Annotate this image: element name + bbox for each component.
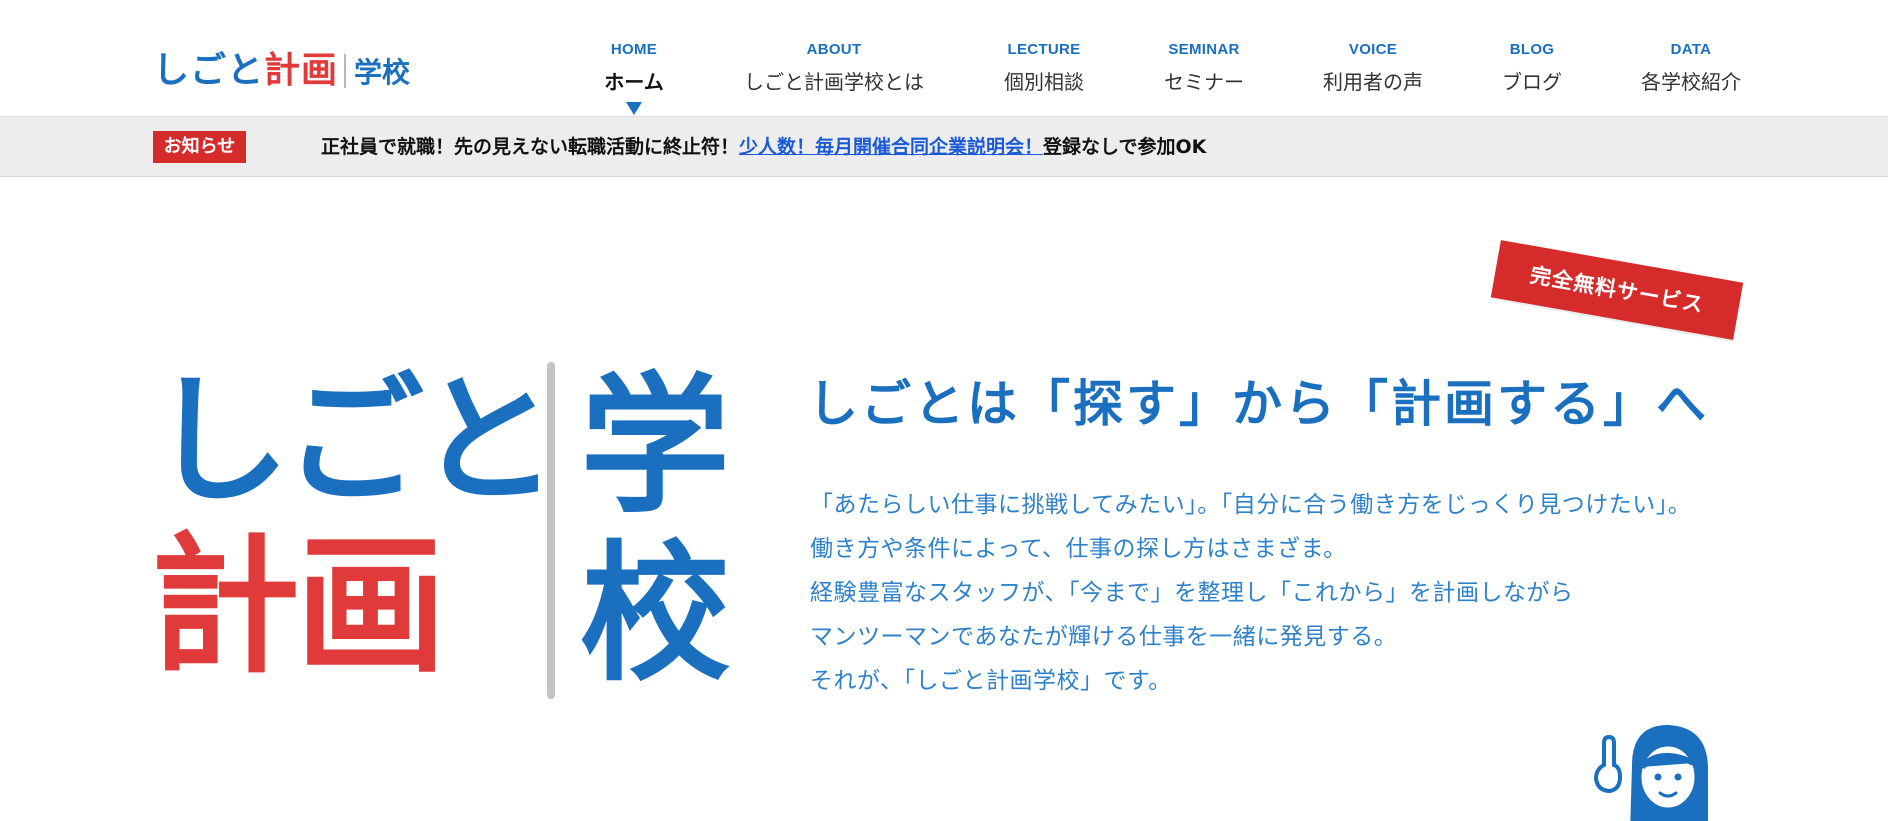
nav-item-ja: 利用者の声 — [1323, 70, 1423, 94]
hero-logo-keikaku: 計画 — [150, 520, 446, 694]
nav-item-ja: ブログ — [1502, 70, 1562, 94]
logo-part-shigoto: しごと — [153, 50, 265, 91]
news-link[interactable]: 少人数！毎月開催合同企業説明会！ — [739, 136, 1043, 158]
nav-item-data[interactable]: DATA 各学校紹介 — [1636, 40, 1746, 96]
nav-item-seminar[interactable]: SEMINAR セミナー — [1160, 40, 1248, 96]
hero-body-line: 働き方や条件によって、仕事の探し方はさまざま。 — [810, 536, 1347, 562]
hero-section: 完全無料サービス しごと 計画 学 校 しごとは「探す」から「計画する」へ 「あ… — [0, 177, 1888, 821]
nav-item-ja: 各学校紹介 — [1641, 70, 1741, 94]
hero-body-line: 「あたらしい仕事に挑戦してみたい」。「自分に合う働き方をじっくり見つけたい」。 — [810, 492, 1692, 518]
logo-part-keikaku: 計画 — [264, 50, 339, 91]
site-header: しごと計画 学校 HOME ホーム ABOUT しごと計画学校とは LECTUR… — [0, 0, 1888, 116]
nav-item-home[interactable]: HOME ホーム — [600, 40, 668, 115]
nav-item-en: ABOUT — [806, 41, 862, 58]
free-service-badge: 完全無料サービス — [1490, 240, 1744, 340]
nav-item-about[interactable]: ABOUT しごと計画学校とは — [740, 40, 928, 96]
hero-body-copy: 「あたらしい仕事に挑戦してみたい」。「自分に合う働き方をじっくり見つけたい」。 … — [810, 483, 1691, 703]
logo-divider — [344, 54, 347, 88]
nav-item-en: LECTURE — [1007, 41, 1081, 58]
hero-tagline: しごとは「探す」から「計画する」へ — [808, 375, 1709, 433]
news-badge: お知らせ — [153, 131, 246, 163]
nav-item-lecture[interactable]: LECTURE 個別相談 — [1000, 40, 1088, 96]
news-text-before: 正社員で就職！先の見えない転職活動に終止符！ — [321, 136, 740, 158]
nav-item-ja: ホーム — [604, 70, 664, 94]
hero-body-line: マンツーマンであなたが輝ける仕事を一緒に発見する。 — [810, 624, 1398, 650]
nav-item-voice[interactable]: VOICE 利用者の声 — [1318, 40, 1428, 96]
news-bar: お知らせ 正社員で就職！先の見えない転職活動に終止符！少人数！毎月開催合同企業説… — [0, 116, 1888, 177]
hero-logo-shigoto: しごと — [150, 360, 558, 523]
nav-item-ja: セミナー — [1164, 70, 1244, 94]
news-message: 正社員で就職！先の見えない転職活動に終止符！少人数！毎月開催合同企業説明会！登録… — [321, 133, 1206, 161]
hero-body-line: それが、「しごと計画学校」です。 — [810, 668, 1172, 694]
hero-logo-gaku: 学 — [580, 360, 731, 534]
site-logo[interactable]: しごと計画 学校 — [153, 50, 410, 92]
hero-logo-divider — [547, 362, 555, 699]
nav-item-blog[interactable]: BLOG ブログ — [1498, 40, 1566, 96]
nav-item-en: DATA — [1670, 41, 1712, 58]
nav-item-en: HOME — [610, 41, 658, 58]
news-text-after: 登録なしで参加OK — [1043, 136, 1207, 158]
logo-part-gakkou: 学校 — [354, 56, 411, 89]
logo-text: しごと計画 — [153, 50, 338, 92]
nav-item-en: BLOG — [1509, 41, 1555, 58]
nav-item-ja: 個別相談 — [1004, 70, 1084, 94]
woman-pointing-illustration — [1590, 725, 1710, 821]
hero-body-line: 経験豊富なスタッフが、「今まで」を整理し「これから」を計画しながら — [810, 580, 1574, 606]
nav-item-en: VOICE — [1348, 41, 1398, 58]
triangle-down-icon — [626, 102, 642, 115]
hero-logo-kou: 校 — [580, 528, 731, 702]
nav-item-ja: しごと計画学校とは — [744, 70, 924, 94]
nav-item-en: SEMINAR — [1168, 41, 1240, 58]
